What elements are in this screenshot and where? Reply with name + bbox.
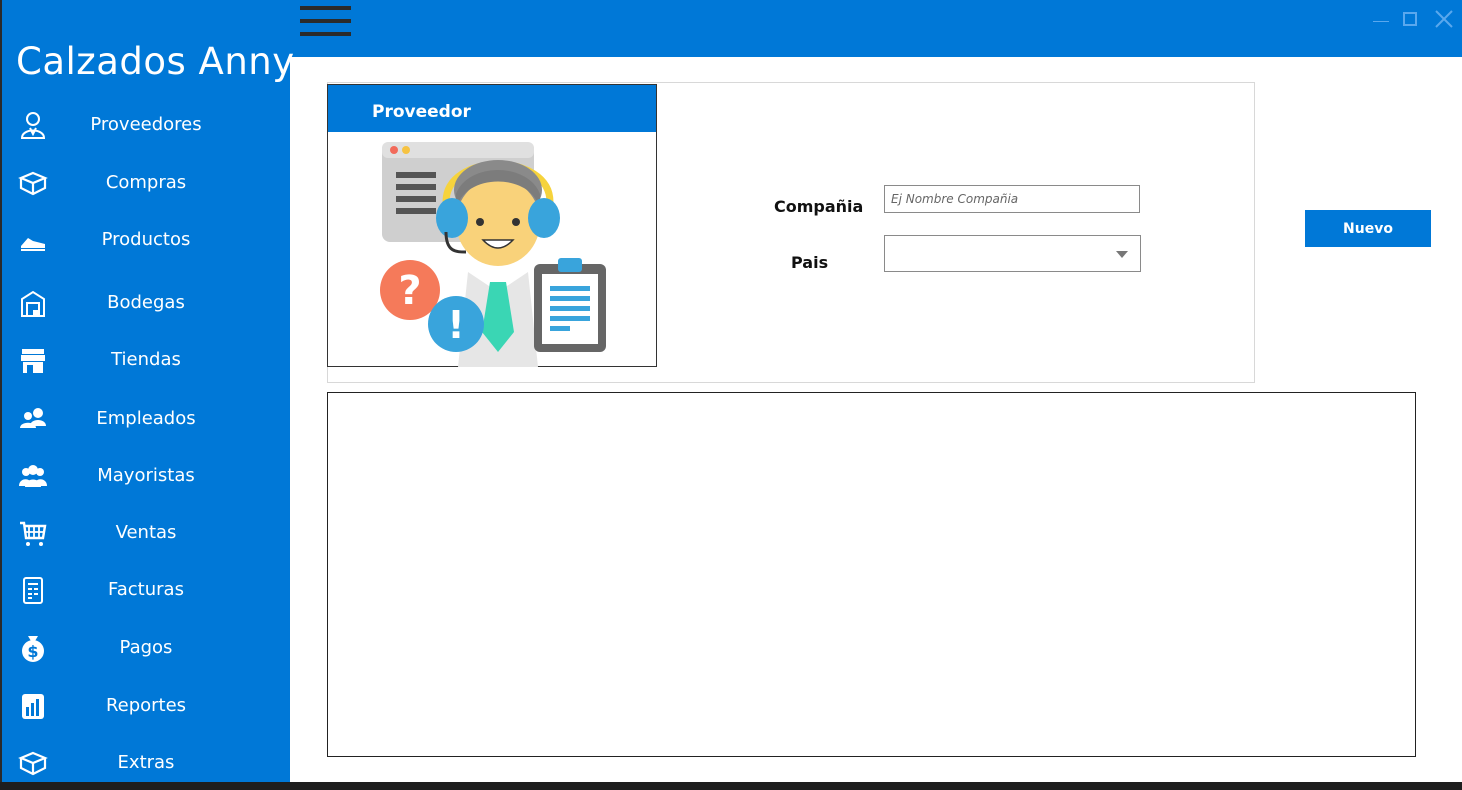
card-header: Proveedor: [328, 85, 656, 132]
warehouse-icon: [21, 290, 45, 317]
sidebar-item-label: Bodegas: [107, 292, 185, 313]
sidebar-item-tiendas[interactable]: Tiendas: [0, 337, 290, 387]
sidebar-item-label: Ventas: [115, 522, 177, 543]
minimize-icon[interactable]: [1373, 21, 1389, 22]
sidebar-item-label: Tiendas: [111, 349, 181, 370]
sidebar-item-label: Proveedores: [90, 114, 202, 135]
box-icon: [18, 171, 48, 196]
window-bottom-edge: [0, 782, 1462, 787]
sidebar-item-facturas[interactable]: Facturas: [0, 567, 290, 617]
reports-icon: [22, 694, 44, 719]
store-icon: [21, 349, 45, 373]
sidebar-item-label: Pagos: [119, 637, 173, 658]
customer-support-illustration: ? !: [380, 142, 606, 367]
sidebar-item-label: Empleados: [96, 408, 196, 429]
data-grid[interactable]: [327, 392, 1416, 757]
sidebar-item-bodegas[interactable]: Bodegas: [0, 280, 290, 330]
sidebar-item-proveedores[interactable]: Proveedores: [0, 102, 290, 152]
app-window: Calzados Anny Proveedores Compras Produc…: [0, 0, 1462, 782]
sidebar-item-pagos[interactable]: $ Pagos: [0, 625, 290, 675]
cart-icon: [20, 521, 47, 546]
money-bag-icon: $: [22, 636, 44, 662]
sidebar-item-productos[interactable]: Productos: [0, 217, 290, 267]
shoe-icon: [21, 238, 45, 251]
app-title: Calzados Anny: [16, 40, 295, 83]
employees-icon: [20, 408, 46, 428]
sidebar-item-label: Compras: [105, 172, 187, 193]
sidebar-item-compras[interactable]: Compras: [0, 160, 290, 210]
box-icon: [18, 751, 48, 776]
company-label: Compañia: [774, 197, 864, 216]
sidebar-item-empleados[interactable]: Empleados: [0, 396, 290, 446]
card-title: Proveedor: [372, 102, 471, 122]
svg-text:!: !: [447, 303, 464, 347]
company-input[interactable]: [884, 185, 1140, 213]
window-left-edge: [0, 0, 2, 787]
chevron-down-icon: [1116, 251, 1128, 258]
provider-card: Proveedor ? !: [327, 84, 657, 367]
supplier-icon: [20, 112, 46, 139]
sidebar-item-reportes[interactable]: Reportes: [0, 683, 290, 733]
wholesalers-icon: [19, 465, 47, 487]
svg-text:?: ?: [398, 268, 421, 314]
sidebar-item-ventas[interactable]: Ventas: [0, 510, 290, 560]
sidebar: Calzados Anny Proveedores Compras Produc…: [0, 0, 294, 782]
sidebar-item-label: Productos: [101, 229, 191, 250]
new-button[interactable]: Nuevo: [1305, 210, 1431, 247]
sidebar-item-label: Reportes: [105, 695, 187, 716]
sidebar-item-label: Facturas: [108, 579, 184, 600]
country-select[interactable]: [884, 235, 1141, 272]
sidebar-item-mayoristas[interactable]: Mayoristas: [0, 453, 290, 503]
maximize-icon[interactable]: [1403, 12, 1417, 26]
country-label: Pais: [791, 253, 829, 272]
invoice-icon: [23, 577, 43, 604]
sidebar-item-label: Mayoristas: [97, 465, 195, 486]
sidebar-item-label: Extras: [117, 752, 175, 773]
close-icon[interactable]: [1433, 8, 1455, 30]
menu-toggle-icon[interactable]: [300, 6, 352, 40]
svg-text:$: $: [27, 642, 38, 661]
